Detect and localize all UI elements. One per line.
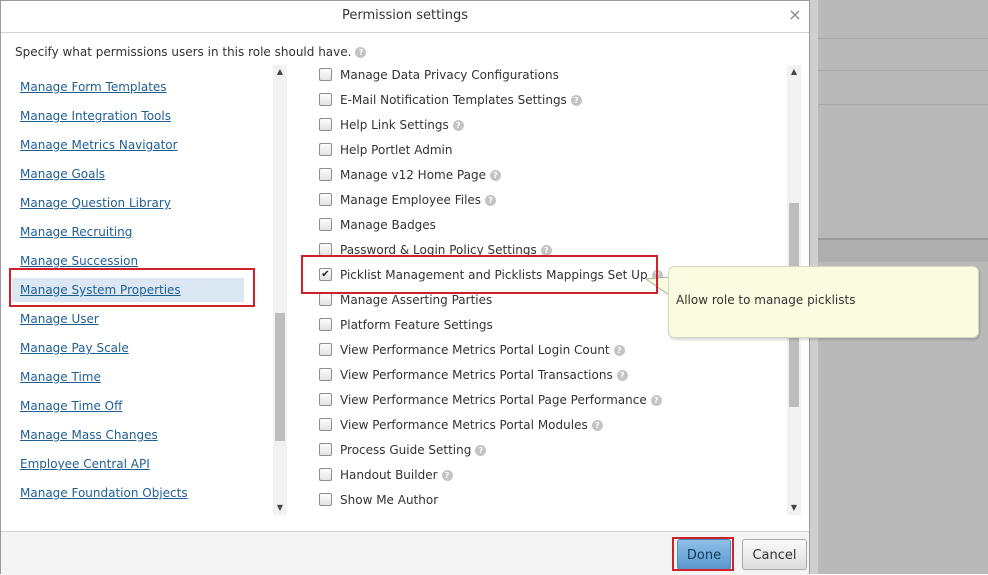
permission-checkbox[interactable] [319, 68, 332, 81]
help-icon[interactable]: ? [591, 420, 603, 431]
nav-item[interactable]: Manage Form Templates [12, 75, 244, 99]
permission-checkbox[interactable] [319, 118, 332, 131]
nav-item[interactable]: Employee Central API [12, 452, 244, 476]
nav-item[interactable]: Manage Metrics Navigator [12, 133, 244, 157]
permission-row: View Performance Metrics Portal Page Per… [319, 388, 662, 412]
permission-checkbox[interactable] [319, 418, 332, 431]
instruction-label: Specify what permissions users in this r… [15, 45, 352, 59]
help-icon[interactable]: ? [613, 345, 625, 356]
permission-row: Manage v12 Home Page? [319, 163, 501, 187]
left-scrollbar[interactable]: ▲ ▼ [273, 65, 287, 515]
permission-checkbox[interactable] [319, 218, 332, 231]
permission-checkbox[interactable] [319, 143, 332, 156]
permission-checkbox[interactable] [319, 318, 332, 331]
permission-checkbox[interactable] [319, 193, 332, 206]
permission-label: Help Portlet Admin [340, 143, 453, 157]
permission-row: Manage Badges [319, 213, 436, 237]
permission-label: Manage Asserting Parties [340, 293, 493, 307]
dialog-title-bar: Permission settings × [1, 1, 809, 33]
highlight-done-button [672, 537, 734, 571]
permission-checkbox[interactable] [319, 368, 332, 381]
permission-label: Show Me Author [340, 493, 439, 507]
permission-checkbox[interactable] [319, 393, 332, 406]
permission-label: View Performance Metrics Portal Page Per… [340, 393, 647, 407]
permission-checkbox[interactable] [319, 168, 332, 181]
scroll-down-icon[interactable]: ▼ [787, 501, 801, 515]
permission-label: Manage Data Privacy Configurations [340, 68, 559, 82]
permission-label: Manage Employee Files [340, 193, 482, 207]
highlight-picklist-permission [301, 255, 658, 294]
nav-item[interactable]: Manage Question Library [12, 191, 244, 215]
permission-tooltip: Allow role to manage picklists [668, 266, 979, 338]
nav-item[interactable]: Manage Foundation Objects [12, 481, 244, 505]
permission-label: E-Mail Notification Templates Settings [340, 93, 567, 107]
permission-label: View Performance Metrics Portal Login Co… [340, 343, 610, 357]
permission-label: View Performance Metrics Portal Transact… [340, 368, 613, 382]
help-icon[interactable]: ? [570, 95, 582, 106]
dialog-title: Permission settings [341, 8, 469, 23]
permission-row: Manage Employee Files? [319, 188, 497, 212]
permission-label: Handout Builder [340, 468, 438, 482]
help-icon[interactable]: ? [452, 120, 464, 131]
nav-item[interactable]: Manage Pay Scale [12, 336, 244, 360]
nav-item[interactable]: Manage Recruiting [12, 220, 244, 244]
permission-checkbox[interactable] [319, 343, 332, 356]
scroll-up-icon[interactable]: ▲ [787, 65, 801, 79]
instruction-text: Specify what permissions users in this r… [15, 45, 367, 59]
help-icon[interactable]: ? [441, 470, 453, 481]
nav-item[interactable]: Manage Goals [12, 162, 244, 186]
background-divider [818, 38, 988, 39]
permission-row: Help Portlet Admin [319, 138, 452, 162]
help-icon[interactable]: ? [485, 195, 497, 206]
permission-label: Manage v12 Home Page [340, 168, 486, 182]
permission-row: Handout Builder? [319, 463, 453, 487]
permission-row: Process Guide Setting? [319, 438, 487, 462]
permission-checkbox[interactable] [319, 468, 332, 481]
nav-item[interactable]: Manage Time Off [12, 394, 244, 418]
nav-item[interactable]: Manage Mass Changes [12, 423, 244, 447]
permission-row: View Performance Metrics Portal Transact… [319, 363, 628, 387]
permission-label: Help Link Settings [340, 118, 449, 132]
permission-label: Manage Badges [340, 218, 436, 232]
permission-row: Help Link Settings? [319, 113, 464, 137]
permission-checkbox[interactable] [319, 443, 332, 456]
help-icon[interactable]: ? [650, 395, 662, 406]
permission-row: Manage Data Privacy Configurations [319, 65, 559, 87]
highlight-selected-category [9, 268, 255, 307]
close-icon[interactable]: × [787, 6, 803, 24]
scroll-down-icon[interactable]: ▼ [273, 501, 287, 515]
permission-label: View Performance Metrics Portal Modules [340, 418, 588, 432]
help-icon[interactable]: ? [489, 170, 501, 181]
permission-row: Platform Feature Settings [319, 313, 493, 337]
scroll-up-icon[interactable]: ▲ [273, 65, 287, 79]
permission-label: Platform Feature Settings [340, 318, 493, 332]
help-icon[interactable]: ? [355, 47, 367, 58]
permission-label: Process Guide Setting [340, 443, 472, 457]
nav-item[interactable]: Manage Integration Tools [12, 104, 244, 128]
cancel-button[interactable]: Cancel [742, 539, 807, 570]
background-band [818, 240, 988, 262]
permission-checkbox[interactable] [319, 93, 332, 106]
background-divider [818, 104, 988, 105]
background-divider [818, 70, 988, 71]
permission-row: Show Me Author [319, 488, 438, 512]
help-icon[interactable]: ? [616, 370, 628, 381]
nav-item[interactable]: Manage User [12, 307, 244, 331]
permission-checkbox[interactable] [319, 493, 332, 506]
permission-row: View Performance Metrics Portal Login Co… [319, 338, 625, 362]
help-icon[interactable]: ? [475, 445, 487, 456]
tooltip-text: Allow role to manage picklists [676, 293, 856, 307]
permission-row: E-Mail Notification Templates Settings? [319, 88, 582, 112]
permission-row: View Performance Metrics Portal Modules? [319, 413, 603, 437]
permission-checkbox[interactable] [319, 293, 332, 306]
nav-item[interactable]: Manage Time [12, 365, 244, 389]
left-scrollbar-thumb[interactable] [275, 313, 285, 441]
